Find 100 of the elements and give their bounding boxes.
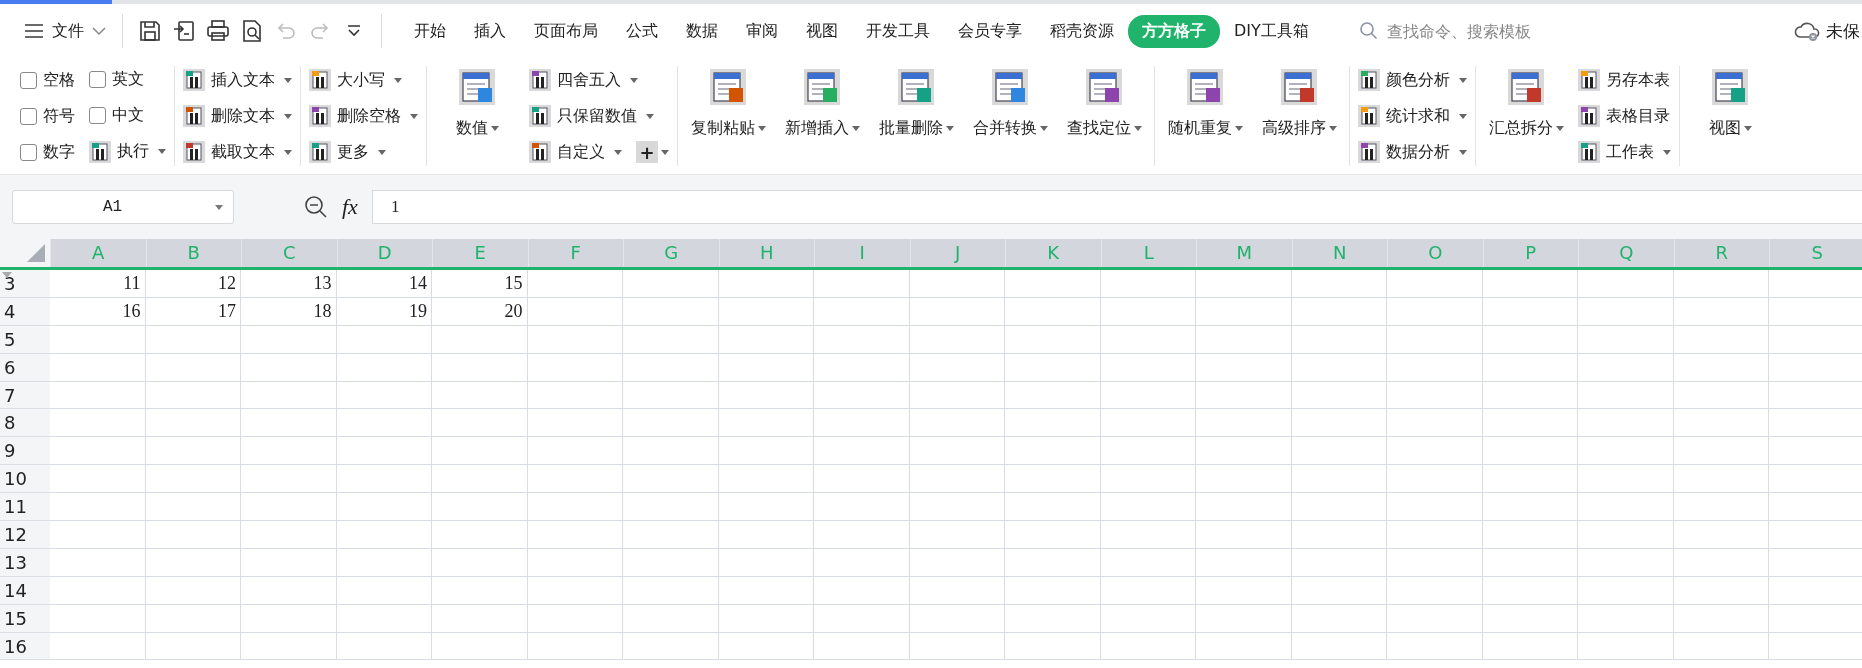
sheet-icon (1085, 68, 1123, 106)
tool-icon (1578, 141, 1600, 163)
ribbon-button[interactable]: 高级排序 (1257, 58, 1341, 174)
ribbon-tool-button[interactable]: 统计求和 (1358, 105, 1467, 127)
table-cell: 14 (336, 270, 432, 298)
row-header[interactable]: 14 (0, 576, 50, 605)
caret-icon (646, 113, 654, 119)
menu-tab[interactable]: 会员专享 (944, 14, 1036, 48)
table-cell: 20 (432, 297, 528, 326)
menu-tab[interactable]: 视图 (792, 14, 852, 48)
row-header[interactable]: 8 (0, 409, 50, 438)
row-header[interactable]: 9 (0, 437, 50, 466)
menu-tab[interactable]: 公式 (612, 14, 672, 48)
row-header[interactable]: 10 (0, 465, 50, 494)
sheet-icon (709, 68, 747, 106)
caret-icon (1459, 149, 1467, 155)
name-box[interactable]: A1 (12, 190, 234, 224)
menu-tab[interactable]: 审阅 (732, 14, 792, 48)
ribbon-tool-button[interactable]: 删除空格 (309, 105, 418, 127)
tool-icon (309, 105, 331, 127)
caret-icon (1459, 77, 1467, 83)
ribbon-tool-button[interactable]: 插入文本 (183, 69, 292, 91)
ribbon-button[interactable]: 复制粘贴 (686, 58, 770, 174)
caret-icon (661, 149, 669, 155)
tool-icon (1578, 105, 1600, 127)
ribbon-tool-button[interactable]: 更多 (309, 141, 386, 163)
sheet-icon (803, 68, 841, 106)
ribbon-tool-button[interactable]: 自定义 (529, 141, 622, 163)
table-cell: 19 (336, 297, 432, 326)
row-header[interactable]: 3 (0, 270, 50, 298)
row-header[interactable]: 4 (0, 297, 50, 326)
menu-tab[interactable]: 稻壳资源 (1036, 14, 1128, 48)
checkbox[interactable] (89, 107, 106, 124)
ribbon-button[interactable]: 批量删除 (874, 58, 958, 174)
ribbon-tool-button[interactable]: 颜色分析 (1358, 69, 1467, 91)
menu-tab[interactable]: 开始 (400, 14, 460, 48)
ribbon-button[interactable]: 合并转换 (968, 58, 1052, 174)
cloud-icon (1794, 20, 1820, 42)
caret-icon (1234, 126, 1243, 131)
checkbox-label: 数字 (43, 141, 75, 163)
ribbon-button[interactable]: 随机重复 (1163, 58, 1247, 174)
menu-tab[interactable]: 插入 (460, 14, 520, 48)
caret-icon (1328, 126, 1337, 131)
menu-tab[interactable]: 页面布局 (520, 14, 612, 48)
row-header[interactable]: 7 (0, 381, 50, 410)
ribbon-button[interactable]: 视图 (1688, 58, 1772, 174)
row-header[interactable]: 12 (0, 521, 50, 549)
ribbon-tool-button[interactable]: 大小写 (309, 69, 402, 91)
sheet-icon (1711, 68, 1749, 106)
function-label[interactable]: fx (342, 194, 358, 220)
ribbon-tool-button[interactable]: 只保留数值 (529, 105, 654, 127)
menu-tab[interactable]: DIY工具箱 (1220, 14, 1323, 48)
caret-icon (1555, 126, 1564, 131)
row-header[interactable]: 16 (0, 632, 50, 661)
sheet-icon (458, 68, 496, 106)
ribbon-button[interactable]: 查找定位 (1062, 58, 1146, 174)
row-header[interactable]: 15 (0, 604, 50, 633)
checkbox-label: 英文 (112, 69, 144, 91)
file-menu-button[interactable]: 文件 (18, 16, 112, 46)
checkbox[interactable] (20, 107, 37, 125)
caret-icon (410, 113, 418, 119)
ribbon-tool-button[interactable]: 工作表 (1578, 141, 1671, 163)
caret-icon (394, 77, 402, 83)
ribbon-tool-button[interactable]: 表格目录 (1578, 105, 1670, 127)
caret-icon[interactable] (2, 272, 12, 278)
checkbox[interactable] (89, 71, 106, 89)
tool-icon (183, 69, 205, 91)
ribbon-tool-button[interactable]: 四舍五入 (529, 69, 638, 91)
caret-icon (378, 149, 386, 155)
sheet-icon (897, 68, 935, 106)
table-cell: 11 (50, 270, 146, 298)
sheet-icon (1507, 68, 1545, 106)
search-field[interactable]: 查找命令、搜索模板 (1358, 20, 1619, 42)
menu-tab[interactable]: 开发工具 (852, 14, 944, 48)
ribbon-button[interactable]: 数值 (435, 58, 519, 174)
ribbon-tool-button[interactable]: 删除文本 (183, 105, 292, 127)
tool-icon (183, 105, 205, 127)
search-icon (1358, 21, 1379, 41)
ribbon-tool-button[interactable]: 数据分析 (1358, 141, 1467, 163)
menu-tab[interactable]: 数据 (672, 14, 732, 48)
ribbon-tool-button[interactable]: 截取文本 (183, 141, 292, 163)
tool-icon (529, 69, 551, 91)
ribbon-tool-button[interactable]: 执行 (89, 140, 166, 163)
checkbox[interactable] (20, 143, 37, 161)
caret-icon (614, 149, 622, 155)
ribbon-button[interactable]: 新增插入 (780, 58, 864, 174)
caret-icon (215, 204, 223, 210)
select-all-icon[interactable] (26, 243, 46, 263)
table-cell: 13 (241, 270, 337, 298)
row-header[interactable]: 5 (0, 325, 50, 354)
zoom-out-icon[interactable] (304, 195, 328, 219)
row-header[interactable]: 13 (0, 548, 50, 577)
formula-field[interactable]: 1 (371, 190, 1862, 224)
caret-icon (1743, 126, 1752, 131)
ribbon-button[interactable]: 汇总拆分 (1484, 58, 1568, 174)
checkbox[interactable] (20, 71, 37, 89)
row-header[interactable]: 6 (0, 353, 50, 382)
row-header[interactable]: 11 (0, 493, 50, 521)
tool-icon (529, 105, 551, 127)
ribbon-tool-button[interactable]: 另存本表 (1578, 69, 1670, 91)
